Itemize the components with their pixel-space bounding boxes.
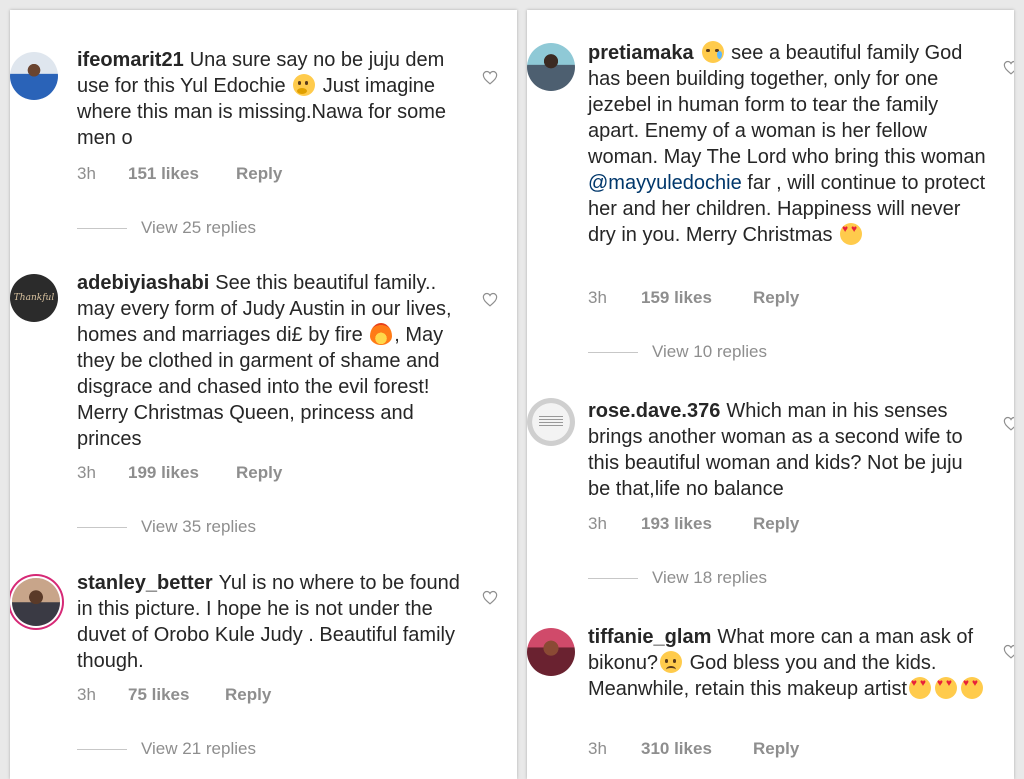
view-replies-label: View 35 replies <box>141 517 256 536</box>
view-replies-button[interactable]: View 18 replies <box>588 568 767 588</box>
heart-eyes-icon <box>935 677 958 699</box>
heart-eyes-icon <box>961 677 984 699</box>
fire-icon <box>370 323 393 345</box>
sad-face-icon <box>660 651 683 673</box>
comment-text: stanley_better Yul is no where to be foun… <box>77 570 472 674</box>
likes-count[interactable]: 193 likes <box>641 514 712 534</box>
view-replies-label: View 25 replies <box>141 218 256 237</box>
heart-eyes-icon <box>909 677 932 699</box>
likes-count[interactable]: 310 likes <box>641 739 712 759</box>
reply-button[interactable]: Reply <box>753 514 799 534</box>
likes-count[interactable]: 199 likes <box>128 463 199 483</box>
comments-panel-right: pretiamaka see a beautiful family God ha… <box>527 10 1014 779</box>
divider-line <box>77 749 127 751</box>
view-replies-label: View 18 replies <box>652 568 767 587</box>
thinking-face-icon <box>293 74 316 96</box>
comment-username[interactable]: pretiamaka <box>588 42 694 64</box>
view-replies-button[interactable]: View 21 replies <box>77 739 256 759</box>
divider-line <box>588 578 638 580</box>
reply-button[interactable]: Reply <box>225 685 271 705</box>
divider-line <box>588 352 638 354</box>
avatar[interactable] <box>527 398 575 446</box>
avatar[interactable] <box>10 52 58 100</box>
comment-username[interactable]: tiffanie_glam <box>588 626 711 648</box>
crying-face-icon <box>701 41 724 63</box>
comment-text: ifeomarit21 Una sure say no be juju dem u… <box>77 47 472 151</box>
like-heart-icon[interactable] <box>482 590 498 605</box>
comments-panel-left: ifeomarit21 Una sure say no be juju dem u… <box>10 10 517 779</box>
likes-count[interactable]: 151 likes <box>128 164 199 184</box>
like-heart-icon[interactable] <box>482 292 498 307</box>
comment-username[interactable]: ifeomarit21 <box>77 49 184 71</box>
divider-line <box>77 527 127 529</box>
avatar[interactable] <box>527 628 575 676</box>
avatar-logo-text: Thankful <box>13 293 55 303</box>
comment-text: rose.dave.376 Which man in his senses bri… <box>588 398 988 502</box>
comment-username[interactable]: stanley_better <box>77 572 213 594</box>
comment-text: adebiyiashabi See this beautiful family..… <box>77 270 477 452</box>
view-replies-button[interactable]: View 25 replies <box>77 218 256 238</box>
view-replies-button[interactable]: View 35 replies <box>77 517 256 537</box>
view-replies-label: View 10 replies <box>652 342 767 361</box>
avatar[interactable] <box>527 43 575 91</box>
reply-button[interactable]: Reply <box>236 164 282 184</box>
avatar[interactable]: Thankful <box>10 274 58 322</box>
like-heart-icon[interactable] <box>1003 60 1014 75</box>
heart-eyes-icon <box>840 223 863 245</box>
likes-count[interactable]: 159 likes <box>641 288 712 308</box>
comment-text: pretiamaka see a beautiful family God ha… <box>588 40 988 248</box>
mention-link[interactable]: @mayyuledochie <box>588 172 742 194</box>
comment-username[interactable]: adebiyiashabi <box>77 272 209 294</box>
likes-count[interactable]: 75 likes <box>128 685 189 705</box>
comment-username[interactable]: rose.dave.376 <box>588 400 720 422</box>
comment-text: tiffanie_glam What more can a man ask of … <box>588 624 988 702</box>
view-replies-label: View 21 replies <box>141 739 256 758</box>
reply-button[interactable]: Reply <box>753 739 799 759</box>
view-replies-button[interactable]: View 10 replies <box>588 342 767 362</box>
divider-line <box>77 228 127 230</box>
like-heart-icon[interactable] <box>482 70 498 85</box>
reply-button[interactable]: Reply <box>236 463 282 483</box>
like-heart-icon[interactable] <box>1003 416 1014 431</box>
avatar[interactable] <box>12 578 60 626</box>
reply-button[interactable]: Reply <box>753 288 799 308</box>
like-heart-icon[interactable] <box>1003 644 1014 659</box>
